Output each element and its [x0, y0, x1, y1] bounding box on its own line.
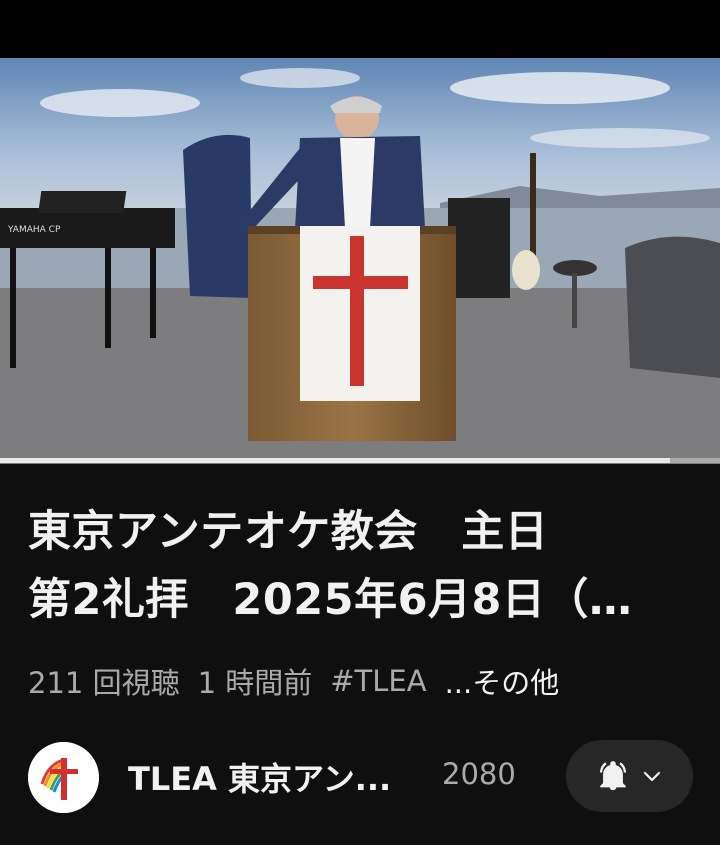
bell-icon [599, 761, 626, 791]
channel-name[interactable]: TLEA 東京アン... [128, 754, 428, 800]
keyboard-brand-label: YAMAHA CP [7, 225, 61, 235]
video-metadata[interactable]: 211 回視聴 1 時間前 #TLEA ...その他 [28, 660, 559, 702]
channel-avatar[interactable] [28, 742, 99, 813]
cross-logo-icon [28, 742, 99, 813]
status-bar-area [0, 0, 720, 58]
channel-row: TLEA 東京アン... 2080 [0, 732, 720, 822]
video-frame: YAMAHA CP [0, 58, 720, 464]
video-title-line-1: 東京アンテオケ教会 主日 [28, 507, 549, 557]
video-progress-bar[interactable] [0, 458, 720, 463]
hashtag-link[interactable]: #TLEA [330, 664, 426, 698]
upload-time: 1 時間前 [197, 666, 313, 700]
video-player[interactable]: YAMAHA CP [0, 58, 720, 464]
notification-bell-button[interactable] [566, 740, 693, 812]
view-count: 211 回視聴 [28, 666, 180, 700]
video-progress-fill [0, 458, 670, 463]
more-description-link[interactable]: ...その他 [445, 660, 560, 702]
video-title[interactable]: 東京アンテオケ教会 主日 第2礼拝 2025年6月8日（… [28, 498, 708, 634]
subscriber-count: 2080 [442, 757, 516, 791]
video-title-line-2: 第2礼拝 2025年6月8日（… [28, 575, 633, 625]
chevron-down-icon [643, 771, 660, 782]
